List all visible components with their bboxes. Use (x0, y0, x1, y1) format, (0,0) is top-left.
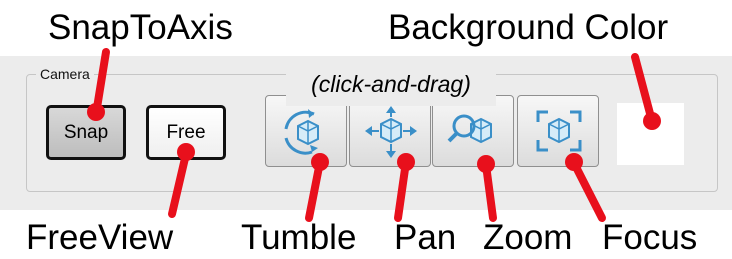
free-button[interactable]: Free (146, 105, 226, 160)
tumble-icon (284, 109, 319, 155)
background-color-swatch[interactable] (617, 103, 684, 165)
snap-button[interactable]: Snap (46, 105, 126, 160)
callout-pan: Pan (394, 218, 457, 257)
focus-button[interactable] (517, 95, 599, 167)
camera-group-title: Camera (36, 66, 94, 82)
pan-icon (365, 106, 417, 158)
callout-tumble: Tumble (241, 218, 357, 257)
zoom-icon (447, 114, 492, 144)
callout-background-color: Background Color (388, 8, 669, 47)
callout-freeview: FreeView (26, 218, 174, 257)
focus-icon (536, 110, 582, 152)
callout-zoom: Zoom (483, 218, 573, 257)
callout-snaptoaxis: SnapToAxis (48, 8, 233, 47)
callout-focus: Focus (602, 218, 698, 257)
click-and-drag-hint: (click-and-drag) (286, 66, 496, 106)
